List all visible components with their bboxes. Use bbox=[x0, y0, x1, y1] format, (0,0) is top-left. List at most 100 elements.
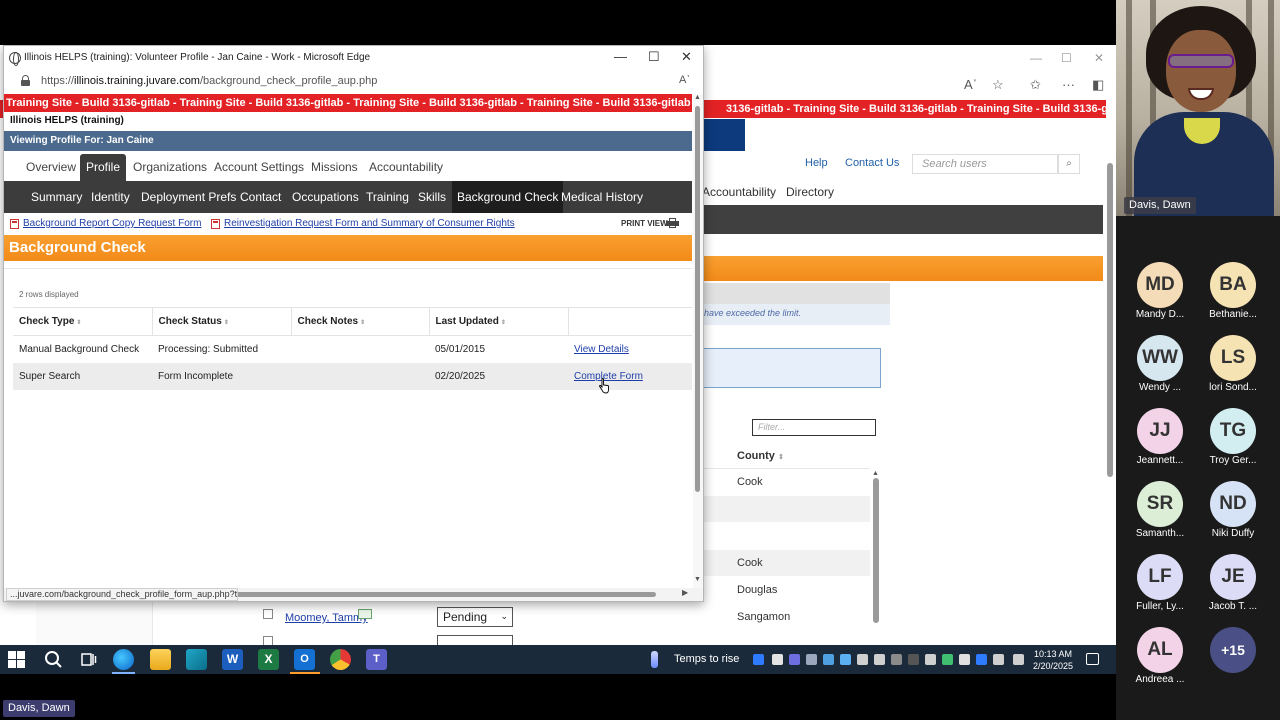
tab-account-settings[interactable]: Account Settings bbox=[208, 154, 310, 181]
reinvestigation-request-link[interactable]: Reinvestigation Request Form and Summary… bbox=[224, 218, 515, 229]
sort-icon[interactable]: ⇕ bbox=[360, 320, 365, 326]
county-column-header[interactable]: County ⇕ bbox=[737, 450, 784, 462]
sort-icon[interactable]: ⇕ bbox=[224, 320, 229, 326]
tray-icon[interactable] bbox=[789, 654, 800, 665]
subtab-summary[interactable]: Summary bbox=[26, 181, 87, 213]
edge-icon[interactable] bbox=[113, 649, 134, 670]
subtab-training[interactable]: Training bbox=[361, 181, 414, 213]
subtab-background-check[interactable]: Background Check bbox=[452, 181, 564, 213]
read-aloud-icon[interactable]: A᾿ bbox=[679, 74, 690, 86]
subtab-contact[interactable]: Contact bbox=[235, 181, 286, 213]
more-menu-icon[interactable]: ··· bbox=[1062, 77, 1075, 92]
windows-start-icon[interactable] bbox=[8, 651, 25, 668]
tab-organizations[interactable]: Organizations bbox=[127, 154, 213, 181]
participant-tile[interactable]: TG Troy Ger... bbox=[1203, 408, 1263, 466]
lock-icon[interactable] bbox=[21, 75, 30, 86]
scroll-up-icon[interactable]: ▲ bbox=[694, 94, 701, 101]
tab-profile[interactable]: Profile bbox=[80, 154, 127, 181]
participant-tile[interactable]: MD Mandy D... bbox=[1130, 262, 1190, 320]
popup-vertical-scrollbar[interactable]: ▲ ▼ bbox=[693, 94, 703, 588]
tray-icon[interactable] bbox=[806, 654, 817, 665]
inner-scroll-up-icon[interactable]: ▲ bbox=[872, 470, 879, 477]
status-select[interactable]: Pending ⌄ bbox=[437, 607, 513, 627]
profile-card-icon[interactable] bbox=[358, 609, 372, 619]
participant-tile[interactable]: WW Wendy ... bbox=[1130, 335, 1190, 393]
wifi-icon[interactable] bbox=[1013, 654, 1024, 665]
volume-icon[interactable] bbox=[993, 654, 1004, 665]
status-select[interactable] bbox=[437, 635, 513, 645]
url-text[interactable]: https://illinois.training.juvare.com/bac… bbox=[41, 75, 377, 87]
file-explorer-icon[interactable] bbox=[150, 649, 171, 670]
subtab-occupations[interactable]: Occupations bbox=[287, 181, 364, 213]
printer-icon[interactable] bbox=[666, 218, 679, 228]
volunteer-name-link[interactable]: Moomey, Tammy bbox=[285, 612, 368, 624]
background-report-copy-link[interactable]: Background Report Copy Request Form bbox=[23, 218, 201, 229]
read-aloud-icon[interactable]: A᾿ bbox=[964, 77, 977, 92]
teams-icon[interactable]: T bbox=[366, 649, 387, 670]
search-icon[interactable]: ⌕ bbox=[1058, 154, 1080, 174]
participant-tile[interactable]: JJ Jeannett... bbox=[1130, 408, 1190, 466]
tab-accountability[interactable]: Accountability bbox=[363, 154, 449, 181]
favorite-star-icon[interactable]: ☆ bbox=[992, 77, 1004, 93]
last-updated-header[interactable]: Last Updated ⇕ bbox=[429, 307, 569, 336]
subtab-deployment-prefs[interactable]: Deployment Prefs bbox=[136, 181, 241, 213]
tray-icon[interactable] bbox=[772, 654, 783, 665]
tray-icon[interactable] bbox=[753, 654, 764, 665]
search-users-input[interactable]: Search users bbox=[912, 154, 1058, 174]
maximize-icon[interactable]: ☐ bbox=[648, 49, 660, 65]
participant-tile[interactable]: SR Samanth... bbox=[1130, 481, 1190, 539]
minimize-icon[interactable]: — bbox=[614, 49, 627, 64]
view-details-link[interactable]: View Details bbox=[574, 344, 629, 355]
bg-close-icon[interactable]: ✕ bbox=[1094, 51, 1104, 65]
address-bar[interactable]: https://illinois.training.juvare.com/bac… bbox=[4, 70, 703, 94]
weather-widget[interactable]: Temps to rise bbox=[674, 653, 739, 665]
sort-icon[interactable]: ⇕ bbox=[76, 320, 81, 326]
help-link[interactable]: Help bbox=[805, 157, 828, 169]
onedrive-icon[interactable] bbox=[840, 654, 851, 665]
tab-overview[interactable]: Overview bbox=[20, 154, 82, 181]
bg-nav-accountability[interactable]: Accountability bbox=[702, 185, 776, 199]
bg-minimize-icon[interactable]: — bbox=[1030, 51, 1042, 65]
row-checkbox[interactable] bbox=[263, 636, 273, 645]
participant-tile[interactable]: LF Fuller, Ly... bbox=[1130, 554, 1190, 612]
participant-tile[interactable]: ND Niki Duffy bbox=[1203, 481, 1263, 539]
participant-tile[interactable]: BA Bethanie... bbox=[1203, 262, 1263, 320]
check-notes-header[interactable]: Check Notes ⇕ bbox=[291, 307, 430, 336]
subtab-medical-history[interactable]: Medical History bbox=[556, 181, 648, 213]
scroll-down-icon[interactable]: ▼ bbox=[694, 576, 701, 583]
favorites-icon[interactable]: ✩ bbox=[1030, 77, 1041, 93]
thermometer-icon[interactable] bbox=[651, 651, 658, 668]
tray-icon[interactable] bbox=[857, 654, 868, 665]
tray-icon[interactable] bbox=[976, 654, 987, 665]
tray-icon[interactable] bbox=[925, 654, 936, 665]
presenter-video[interactable]: Davis, Dawn bbox=[1116, 0, 1280, 216]
subtab-identity[interactable]: Identity bbox=[86, 181, 135, 213]
bg-nav-directory[interactable]: Directory bbox=[786, 185, 834, 199]
print-view-button[interactable]: PRINT VIEW bbox=[621, 219, 668, 228]
tray-icon[interactable] bbox=[942, 654, 953, 665]
notification-icon[interactable] bbox=[1086, 653, 1099, 665]
scroll-right-icon[interactable]: ▶ bbox=[682, 588, 688, 597]
row-checkbox[interactable] bbox=[263, 609, 273, 619]
tab-missions[interactable]: Missions bbox=[305, 154, 364, 181]
tray-icon[interactable] bbox=[959, 654, 970, 665]
tray-icon[interactable] bbox=[891, 654, 902, 665]
outlook-icon[interactable]: O bbox=[294, 649, 315, 670]
participant-tile[interactable]: AL Andreea ... bbox=[1130, 627, 1190, 685]
word-icon[interactable]: W bbox=[222, 649, 243, 670]
sort-icon[interactable]: ⇕ bbox=[501, 320, 506, 326]
bg-page-scrollbar[interactable] bbox=[1104, 117, 1116, 645]
bg-maximize-icon[interactable]: ☐ bbox=[1061, 51, 1072, 65]
filter-input[interactable]: Filter... bbox=[752, 419, 876, 436]
mail-icon[interactable] bbox=[874, 654, 885, 665]
subtab-skills[interactable]: Skills bbox=[413, 181, 451, 213]
sidebar-icon[interactable]: ◧ bbox=[1092, 77, 1104, 93]
excel-icon[interactable]: X bbox=[258, 649, 279, 670]
contact-us-link[interactable]: Contact Us bbox=[845, 157, 899, 169]
task-view-icon[interactable] bbox=[78, 649, 99, 670]
app-icon[interactable] bbox=[186, 649, 207, 670]
more-participants-button[interactable]: +15 bbox=[1203, 627, 1263, 673]
participant-tile[interactable]: LS lori Sond... bbox=[1203, 335, 1263, 393]
clock[interactable]: 10:13 AM 2/20/2025 bbox=[1033, 648, 1073, 672]
check-status-header[interactable]: Check Status ⇕ bbox=[152, 307, 292, 336]
